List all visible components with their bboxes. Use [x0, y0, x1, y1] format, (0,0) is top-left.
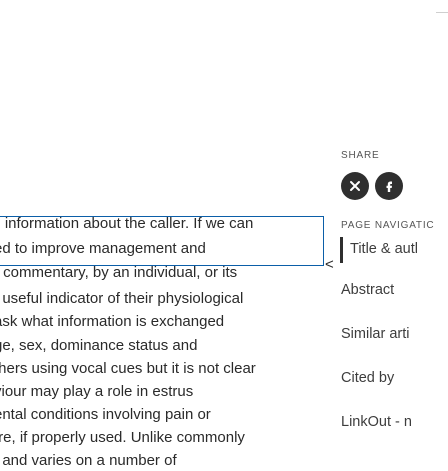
facebook-icon: [386, 181, 392, 192]
nav-item-abstract[interactable]: Abstract: [341, 282, 394, 298]
article-line: viour may play a role in estrus: [0, 383, 194, 400]
share-icon-1[interactable]: [341, 172, 369, 200]
article-line: ıre, if properly used. Unlike commonly: [0, 429, 245, 446]
article-line: thers using vocal cues but it is not cle…: [0, 360, 256, 377]
nav-item-title-authors[interactable]: Title & autl: [350, 241, 418, 257]
selection-highlight-box[interactable]: [0, 216, 324, 266]
article-line: ; useful indicator of their physiologica…: [0, 290, 244, 307]
top-rule: [436, 0, 448, 13]
caret-marker: <: [325, 256, 334, 273]
share-label: SHARE: [341, 150, 380, 161]
nav-item-cited-by[interactable]: Cited by: [341, 370, 394, 386]
page-navigation-label: PAGE NAVIGATIC: [341, 220, 435, 231]
article-line: ental conditions involving pain or: [0, 406, 211, 423]
article-line: ask what information is exchanged: [0, 313, 225, 330]
article-line: / and varies on a number of: [0, 452, 177, 469]
active-nav-indicator: [340, 237, 343, 263]
x-icon: [350, 181, 360, 191]
nav-item-similar-articles[interactable]: Similar arti: [341, 326, 409, 342]
nav-item-linkout[interactable]: LinkOut - n: [341, 414, 412, 430]
article-line: ge, sex, dominance status and: [0, 337, 198, 354]
share-icon-2[interactable]: [375, 172, 403, 200]
share-icons: [341, 172, 403, 200]
